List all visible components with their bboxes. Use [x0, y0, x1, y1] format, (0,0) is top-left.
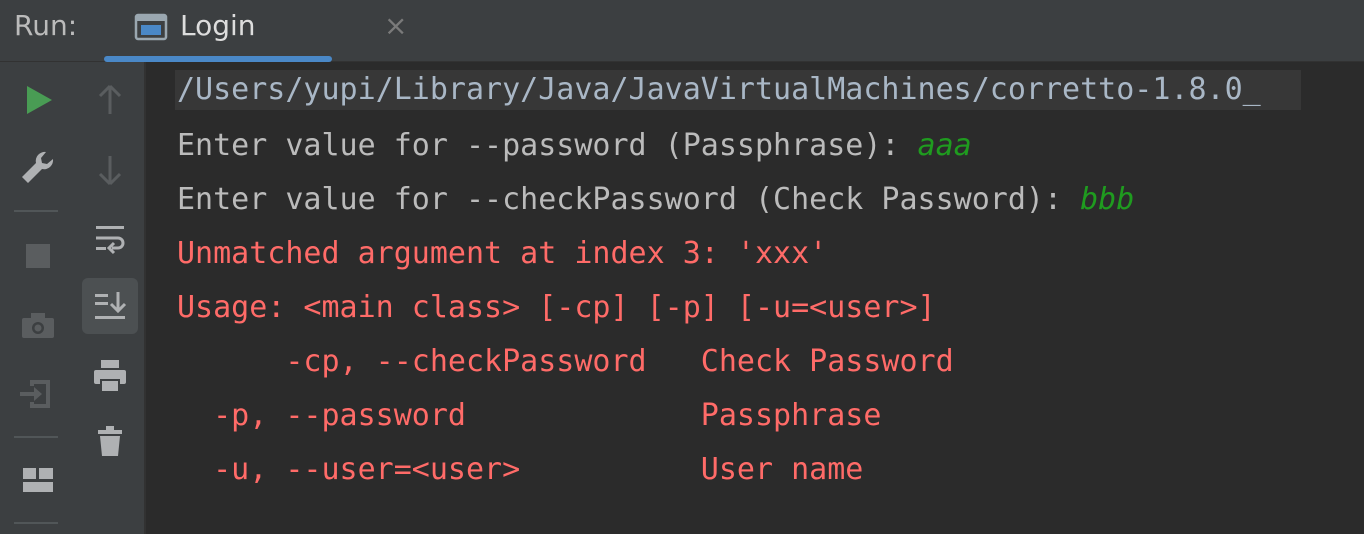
soft-wrap-icon	[96, 226, 125, 255]
arrow-up-icon	[98, 84, 122, 114]
console-window-icon	[134, 13, 168, 41]
scroll-to-end-icon	[95, 292, 127, 319]
console-command-line: /Users/yupi/Library/Java/JavaVirtualMach…	[175, 70, 1301, 110]
arrow-down-icon	[98, 156, 122, 186]
print-button[interactable]	[82, 348, 138, 404]
stop-button[interactable]	[10, 228, 66, 284]
toolbar-separator	[14, 210, 58, 212]
wrench-icon	[22, 151, 54, 183]
close-tab-icon[interactable]: ×	[384, 12, 407, 40]
tab-label: Login	[180, 9, 256, 42]
console-option-line: -p, --password Passphrase	[177, 398, 882, 433]
clear-all-button[interactable]	[82, 414, 138, 470]
run-toolbar-primary	[0, 62, 76, 534]
user-input-text: bbb	[1080, 182, 1135, 217]
previous-occurrence-button[interactable]	[82, 72, 138, 128]
console-option-line: -cp, --checkPassword Check Password	[177, 344, 954, 379]
console-option-line: -u, --user=<user> User name	[177, 452, 864, 487]
console-usage-line: Usage: <main class> [-cp] [-p] [-u=<user…	[177, 290, 936, 325]
console-prompt-password: Enter value for --password (Passphrase):…	[177, 126, 972, 166]
run-toolwindow-header: Run: Login ×	[0, 0, 1364, 62]
prompt-text: Enter value for --password (Passphrase):	[177, 128, 918, 163]
console-output[interactable]: /Users/yupi/Library/Java/JavaVirtualMach…	[146, 62, 1364, 534]
toolbar-separator	[14, 522, 58, 524]
run-label: Run:	[14, 9, 78, 42]
dump-threads-button[interactable]	[10, 298, 66, 354]
edit-configuration-button[interactable]	[10, 140, 66, 196]
camera-icon	[22, 313, 54, 338]
console-error-line: Unmatched argument at index 3: 'xxx'	[177, 236, 828, 271]
toolbar-separator	[14, 436, 58, 438]
user-input-text: aaa	[917, 128, 972, 163]
prompt-text: Enter value for --checkPassword (Check P…	[177, 182, 1081, 217]
console-prompt-check-password: Enter value for --checkPassword (Check P…	[177, 180, 1134, 220]
stop-icon	[26, 244, 50, 268]
run-toolbar-secondary	[76, 62, 146, 534]
layout-icon	[23, 468, 53, 492]
restore-layout-button[interactable]	[10, 452, 66, 508]
tab-login[interactable]: Login ×	[104, 0, 407, 62]
scroll-to-end-button[interactable]	[82, 278, 138, 334]
trash-icon	[98, 426, 122, 456]
print-icon	[94, 360, 126, 393]
exit-button[interactable]	[10, 366, 66, 422]
soft-wrap-button[interactable]	[82, 210, 138, 266]
next-occurrence-button[interactable]	[82, 142, 138, 198]
exit-icon	[20, 380, 50, 408]
rerun-button[interactable]	[10, 72, 66, 128]
rerun-icon	[27, 86, 52, 114]
